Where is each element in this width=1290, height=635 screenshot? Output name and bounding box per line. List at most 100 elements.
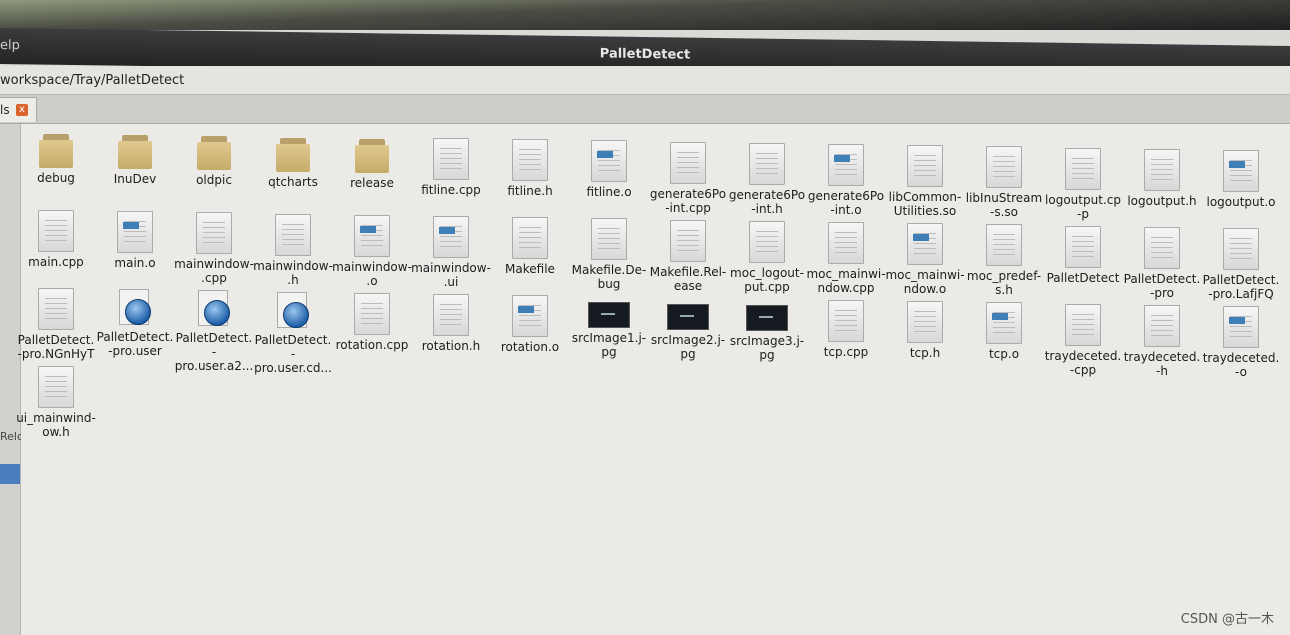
- text-file-icon: [1065, 225, 1101, 268]
- file-item[interactable]: logoutput.h: [1122, 148, 1202, 208]
- text-file-icon: [38, 366, 74, 408]
- file-item[interactable]: PalletDetect: [1043, 225, 1123, 285]
- location-bar[interactable]: workspace/Tray/PalletDetect: [0, 66, 1290, 95]
- sidebar-selected-item[interactable]: [0, 464, 20, 484]
- text-file-icon: [1144, 304, 1180, 347]
- text-file-icon: [670, 219, 706, 262]
- file-item[interactable]: fitline.o: [569, 140, 649, 199]
- file-item[interactable]: debug: [16, 132, 96, 185]
- globe-document-icon: [196, 290, 232, 328]
- file-item[interactable]: srcImage2.j-pg: [648, 298, 728, 361]
- text-file-icon: [907, 145, 943, 188]
- file-name: traydeceted.-cpp: [1044, 348, 1122, 377]
- file-item[interactable]: traydeceted.-h: [1122, 304, 1202, 378]
- file-name: main.cpp: [28, 255, 84, 269]
- file-item[interactable]: ui_mainwind-ow.h: [16, 366, 96, 439]
- file-item[interactable]: tcp.o: [964, 302, 1044, 361]
- file-item[interactable]: mainwindow-.ui: [411, 216, 491, 289]
- file-item[interactable]: PalletDetect.-pro.NGnHyT: [16, 288, 96, 361]
- file-item[interactable]: libCommon-Utilities.so: [885, 145, 965, 218]
- file-name: oldpic: [196, 173, 232, 188]
- file-item[interactable]: fitline.h: [490, 139, 570, 198]
- file-item[interactable]: PalletDetect.-pro.user: [95, 289, 175, 358]
- file-item[interactable]: moc_logout-put.cpp: [727, 220, 807, 294]
- file-item[interactable]: generate6Po-int.h: [727, 142, 807, 216]
- file-name: generate6Po-int.o: [807, 189, 885, 217]
- file-item[interactable]: traydeceted.-o: [1201, 306, 1281, 379]
- file-item[interactable]: moc_mainwi-ndow.o: [885, 223, 965, 296]
- file-item[interactable]: InuDev: [95, 133, 175, 186]
- globe-document-icon: [275, 291, 311, 330]
- file-name: qtcharts: [268, 174, 318, 189]
- file-item[interactable]: traydeceted.-cpp: [1043, 303, 1123, 377]
- file-name: logoutput.cp-p: [1045, 192, 1121, 221]
- file-icon-view[interactable]: debug InuDev oldpic qtcharts release fitline.…: [16, 124, 1290, 635]
- location-path[interactable]: workspace/Tray/PalletDetect: [0, 73, 184, 88]
- file-item[interactable]: fitline.cpp: [411, 138, 491, 197]
- text-file-icon: [1144, 226, 1180, 269]
- watermark: CSDN @古一木: [1180, 612, 1274, 627]
- file-item[interactable]: generate6Po-int.cpp: [648, 141, 728, 215]
- file-name: generate6Po-int.h: [728, 187, 806, 216]
- text-file-icon: [749, 142, 785, 185]
- file-name: Makefile.De-bug: [571, 263, 647, 292]
- folder-icon: [197, 134, 231, 171]
- file-name: Makefile.Rel-ease: [649, 264, 727, 293]
- file-item[interactable]: Makefile: [490, 217, 570, 276]
- file-item[interactable]: PalletDetect.-pro.user.cd...: [253, 291, 333, 375]
- file-item[interactable]: PalletDetect.-pro.LafjFQ: [1201, 228, 1281, 301]
- file-name: generate6Po-int.cpp: [649, 186, 727, 215]
- file-item[interactable]: qtcharts: [253, 136, 333, 189]
- file-name: PalletDetect.-pro.LafjFQ: [1202, 273, 1280, 301]
- file-name: moc_logout-put.cpp: [730, 265, 804, 294]
- file-name: traydeceted.-o: [1202, 351, 1280, 379]
- image-thumbnail-icon: [746, 304, 788, 331]
- tab-files[interactable]: ls x: [0, 97, 37, 122]
- file-name: mainwindow-.h: [253, 258, 333, 287]
- file-item[interactable]: oldpic: [174, 134, 254, 187]
- file-item[interactable]: srcImage3.j-pg: [727, 299, 807, 362]
- file-item[interactable]: tcp.h: [885, 301, 965, 360]
- file-item[interactable]: moc_mainwi-ndow.cpp: [806, 222, 886, 295]
- file-item[interactable]: mainwindow-.cpp: [174, 212, 254, 285]
- file-item[interactable]: rotation.o: [490, 295, 570, 354]
- file-item[interactable]: mainwindow-.o: [332, 214, 412, 288]
- binary-file-icon: [591, 140, 627, 183]
- file-item[interactable]: Makefile.Rel-ease: [648, 219, 728, 293]
- file-item[interactable]: tcp.cpp: [806, 300, 886, 359]
- file-item[interactable]: libInuStream-s.so: [964, 146, 1044, 219]
- file-item[interactable]: release: [332, 137, 412, 190]
- file-item[interactable]: logoutput.o: [1201, 150, 1281, 209]
- file-item[interactable]: srcImage1.j-pg: [569, 296, 649, 359]
- file-item[interactable]: moc_predef-s.h: [964, 224, 1044, 297]
- file-item[interactable]: mainwindow-.h: [253, 213, 333, 287]
- folder-icon: [355, 137, 389, 173]
- file-name: srcImage1.j-pg: [571, 331, 647, 360]
- file-item[interactable]: logoutput.cp-p: [1043, 147, 1123, 221]
- file-item[interactable]: Makefile.De-bug: [569, 218, 649, 291]
- file-name: rotation.o: [500, 340, 560, 355]
- tab-label: ls: [0, 103, 10, 117]
- binary-file-icon: [354, 214, 390, 257]
- text-file-icon: [196, 212, 232, 255]
- file-name: Makefile: [505, 262, 555, 277]
- text-file-icon: [986, 224, 1022, 267]
- file-item[interactable]: main.cpp: [16, 210, 96, 269]
- monitor-bezel: [0, 0, 1290, 30]
- file-name: moc_mainwi-ndow.cpp: [806, 267, 886, 295]
- file-item[interactable]: rotation.h: [411, 294, 491, 353]
- file-item[interactable]: generate6Po-int.o: [806, 144, 886, 217]
- file-name: rotation.h: [421, 339, 481, 353]
- file-name: libCommon-Utilities.so: [888, 190, 962, 219]
- globe-document-icon: [117, 289, 153, 327]
- file-item[interactable]: PalletDetect.-pro: [1122, 226, 1202, 300]
- close-icon[interactable]: x: [16, 104, 28, 116]
- text-file-icon: [907, 301, 943, 344]
- file-name: debug: [37, 171, 75, 185]
- file-name: moc_predef-s.h: [966, 269, 1042, 298]
- file-item[interactable]: rotation.cpp: [332, 292, 412, 352]
- file-item[interactable]: PalletDetect.-pro.user.a2...: [174, 290, 254, 373]
- file-item[interactable]: main.o: [95, 211, 175, 270]
- text-file-icon: [354, 292, 390, 335]
- text-file-icon: [275, 213, 311, 256]
